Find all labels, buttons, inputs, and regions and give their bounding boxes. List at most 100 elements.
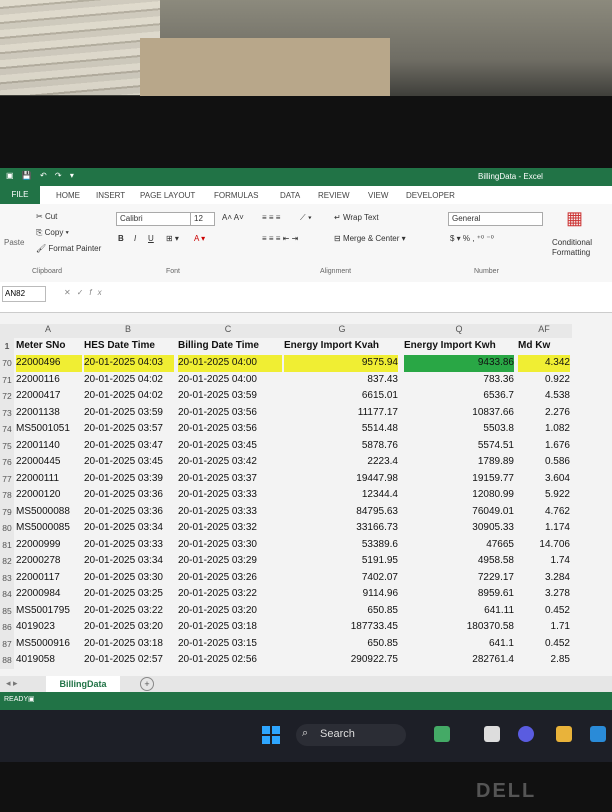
cell-md-kw[interactable]: 1.71 <box>518 619 570 636</box>
cell-energy-import-kwh[interactable]: 8959.61 <box>404 586 514 603</box>
row-number[interactable]: 82 <box>0 553 14 570</box>
cell-energy-import-kwh[interactable]: 5503.8 <box>404 421 514 438</box>
tab-review[interactable]: REVIEW <box>318 191 350 200</box>
cell-hes-date-time[interactable]: 20-01-2025 04:02 <box>84 372 174 389</box>
number-format-icons[interactable]: $ ▾ % , ⁺⁰ ⁻⁰ <box>450 234 494 243</box>
cell-meter-sno[interactable]: 4019023 <box>16 619 82 636</box>
cell-md-kw[interactable]: 4.538 <box>518 388 570 405</box>
widgets-icon[interactable] <box>434 726 450 742</box>
row-number[interactable]: 85 <box>0 602 14 619</box>
cell-billing-date-time[interactable]: 20-01-2025 03:56 <box>178 421 282 438</box>
cell-energy-import-kwh[interactable]: 783.36 <box>404 372 514 389</box>
row-number[interactable]: 77 <box>0 470 14 487</box>
cell-energy-import-kvah[interactable]: 9114.96 <box>284 586 398 603</box>
tab-view[interactable]: VIEW <box>368 191 388 200</box>
column-header-af[interactable]: AF <box>516 324 572 338</box>
cell-billing-date-time[interactable]: 20-01-2025 03:30 <box>178 537 282 554</box>
cell-md-kw[interactable]: 0.586 <box>518 454 570 471</box>
cell-hes-date-time[interactable]: 20-01-2025 03:20 <box>84 619 174 636</box>
row-number[interactable]: 81 <box>0 536 14 553</box>
cell-hes-date-time[interactable]: 20-01-2025 03:59 <box>84 405 174 422</box>
cell-md-kw[interactable]: 1.082 <box>518 421 570 438</box>
cell-hes-date-time[interactable]: 20-01-2025 02:57 <box>84 652 174 669</box>
row-number[interactable]: 75 <box>0 437 14 454</box>
cell-energy-import-kwh[interactable]: 30905.33 <box>404 520 514 537</box>
cell-md-kw[interactable]: 0.452 <box>518 603 570 620</box>
sheet-nav-arrows[interactable]: ◂ ▸ <box>6 678 18 689</box>
header-energy-import-kwh[interactable]: Energy Import Kwh <box>404 338 516 355</box>
wrap-text-button[interactable]: ↵ Wrap Text <box>334 213 379 222</box>
cell-md-kw[interactable]: 4.342 <box>518 355 570 372</box>
cell-energy-import-kvah[interactable]: 5878.76 <box>284 438 398 455</box>
cell-billing-date-time[interactable]: 20-01-2025 03:32 <box>178 520 282 537</box>
cell-billing-date-time[interactable]: 20-01-2025 03:59 <box>178 388 282 405</box>
cell-energy-import-kvah[interactable]: 19447.98 <box>284 471 398 488</box>
font-grow-shrink[interactable]: A˄ A˅ <box>222 213 244 222</box>
column-header-a[interactable]: A <box>14 324 82 338</box>
windows-start-icon[interactable] <box>262 726 280 744</box>
cell-energy-import-kwh[interactable]: 5574.51 <box>404 438 514 455</box>
cell-energy-import-kvah[interactable]: 9575.94 <box>284 355 398 372</box>
cell-energy-import-kvah[interactable]: 12344.4 <box>284 487 398 504</box>
header-meter-sno[interactable]: Meter SNo <box>16 338 82 355</box>
cell-energy-import-kvah[interactable]: 5191.95 <box>284 553 398 570</box>
cell-hes-date-time[interactable]: 20-01-2025 03:57 <box>84 421 174 438</box>
cell-hes-date-time[interactable]: 20-01-2025 03:22 <box>84 603 174 620</box>
paste-button[interactable]: Paste <box>4 238 24 247</box>
cell-hes-date-time[interactable]: 20-01-2025 03:18 <box>84 636 174 653</box>
cell-energy-import-kvah[interactable]: 290922.75 <box>284 652 398 669</box>
cell-energy-import-kwh[interactable]: 641.1 <box>404 636 514 653</box>
cell-energy-import-kvah[interactable]: 5514.48 <box>284 421 398 438</box>
column-header-c[interactable]: C <box>174 324 282 338</box>
cell-billing-date-time[interactable]: 20-01-2025 03:18 <box>178 619 282 636</box>
header-hes-date-time[interactable]: HES Date Time <box>84 338 174 355</box>
cell-energy-import-kvah[interactable]: 7402.07 <box>284 570 398 587</box>
header-energy-import-kvah[interactable]: Energy Import Kvah <box>284 338 402 355</box>
cell-meter-sno[interactable]: 22001138 <box>16 405 82 422</box>
cell-meter-sno[interactable]: MS5000916 <box>16 636 82 653</box>
copy-button[interactable]: ⎘ Copy ▾ <box>36 228 69 238</box>
cell-hes-date-time[interactable]: 20-01-2025 04:02 <box>84 388 174 405</box>
edge-icon[interactable] <box>590 726 606 742</box>
row-number[interactable]: 87 <box>0 635 14 652</box>
cell-energy-import-kwh[interactable]: 4958.58 <box>404 553 514 570</box>
cell-energy-import-kwh[interactable]: 6536.7 <box>404 388 514 405</box>
tab-page-layout[interactable]: PAGE LAYOUT <box>140 191 195 200</box>
cell-meter-sno[interactable]: 22000117 <box>16 570 82 587</box>
tab-formulas[interactable]: FORMULAS <box>214 191 258 200</box>
cell-energy-import-kwh[interactable]: 47665 <box>404 537 514 554</box>
cell-energy-import-kwh[interactable]: 19159.77 <box>404 471 514 488</box>
tab-developer[interactable]: DEVELOPER <box>406 191 455 200</box>
cell-energy-import-kvah[interactable]: 187733.45 <box>284 619 398 636</box>
cell-meter-sno[interactable]: 22001140 <box>16 438 82 455</box>
row-number[interactable]: 72 <box>0 388 14 405</box>
conditional-formatting-button[interactable]: Conditional Formatting <box>552 238 612 260</box>
cell-meter-sno[interactable]: 22000278 <box>16 553 82 570</box>
cell-energy-import-kwh[interactable]: 282761.4 <box>404 652 514 669</box>
cell-energy-import-kwh[interactable]: 76049.01 <box>404 504 514 521</box>
cell-md-kw[interactable]: 14.706 <box>518 537 570 554</box>
cell-energy-import-kvah[interactable]: 11177.17 <box>284 405 398 422</box>
cell-energy-import-kwh[interactable]: 12080.99 <box>404 487 514 504</box>
cell-billing-date-time[interactable]: 20-01-2025 03:15 <box>178 636 282 653</box>
cell-billing-date-time[interactable]: 20-01-2025 03:37 <box>178 471 282 488</box>
row-number[interactable]: 79 <box>0 503 14 520</box>
cell-energy-import-kwh[interactable]: 180370.58 <box>404 619 514 636</box>
row-number[interactable]: 84 <box>0 586 14 603</box>
header-billing-date-time[interactable]: Billing Date Time <box>178 338 282 355</box>
font-name-select[interactable]: Calibri <box>116 212 191 226</box>
macro-record-icon[interactable]: ▣ <box>28 695 35 703</box>
font-size-select[interactable]: 12 <box>190 212 215 226</box>
cell-meter-sno[interactable]: MS5001795 <box>16 603 82 620</box>
cell-hes-date-time[interactable]: 20-01-2025 03:36 <box>84 487 174 504</box>
cell-meter-sno[interactable]: MS5000085 <box>16 520 82 537</box>
cell-md-kw[interactable]: 3.604 <box>518 471 570 488</box>
cell-md-kw[interactable]: 2.276 <box>518 405 570 422</box>
font-color-button[interactable]: A ▾ <box>194 234 205 243</box>
cell-energy-import-kvah[interactable]: 650.85 <box>284 603 398 620</box>
cell-energy-import-kwh[interactable]: 641.11 <box>404 603 514 620</box>
tab-insert[interactable]: INSERT <box>96 191 125 200</box>
cell-hes-date-time[interactable]: 20-01-2025 04:03 <box>84 355 174 372</box>
cell-hes-date-time[interactable]: 20-01-2025 03:47 <box>84 438 174 455</box>
cell-billing-date-time[interactable]: 20-01-2025 03:33 <box>178 504 282 521</box>
